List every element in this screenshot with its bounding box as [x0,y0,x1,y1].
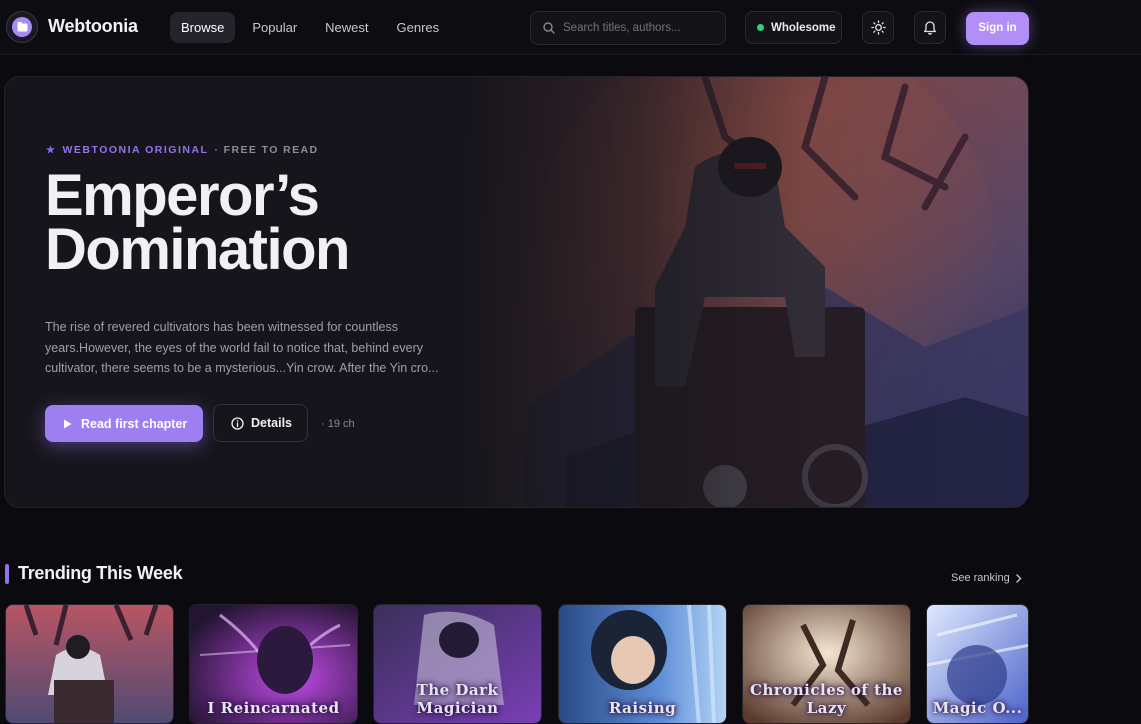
trending-cover-4[interactable]: Raising [558,604,727,724]
hero-title: Emperor’s Domination [45,167,645,279]
read-first-chapter-button[interactable]: Read first chapter [45,405,203,442]
search-box[interactable] [530,11,726,45]
nav-popular[interactable]: Popular [241,12,308,43]
play-icon [64,419,72,428]
nav-newest[interactable]: Newest [314,12,379,43]
info-icon [231,416,244,430]
see-ranking-label: See ranking [951,572,1010,584]
section-accent-bar [5,564,9,584]
details-button[interactable]: Details [213,404,308,442]
trending-section-title: Trending This Week [18,563,183,583]
featured-hero-banner[interactable]: ★ WEBTOONIA ORIGINAL · FREE TO READ Empe… [4,76,1029,508]
brand-name[interactable]: Webtoonia [48,16,138,37]
sun-icon [870,20,886,35]
nav-genres[interactable]: Genres [386,12,451,43]
notifications-button[interactable] [914,11,946,44]
logo-icon[interactable] [6,11,38,43]
content-filter-label: Wholesome [771,21,836,34]
cover-caption: Chronicles of the Lazy [750,681,903,717]
trending-cover-1[interactable] [5,604,174,724]
trending-cover-6[interactable]: Magic O... [926,604,1029,724]
original-badge: WEBTOONIA ORIGINAL [62,144,209,156]
trending-cover-3[interactable]: The Dark Magician [373,604,542,724]
content-filter-toggle[interactable]: Wholesome [745,11,842,44]
chapter-count: · 19 ch [321,418,355,430]
free-to-read-label: · FREE TO READ [214,144,319,156]
cover-caption: Raising [608,699,677,717]
main-nav: Browse Popular Newest Genres [170,12,450,43]
top-navigation-bar: Webtoonia Browse Popular Newest Genres W… [0,0,1141,55]
theme-toggle-button[interactable] [862,11,894,44]
hero-description: The rise of revered cultivators has been… [45,320,439,375]
cover-art [6,605,173,723]
chevron-right-icon [1016,573,1022,583]
search-icon [543,22,555,34]
cover-caption: The Dark Magician [416,681,499,717]
search-input[interactable] [563,12,719,44]
hero-eyebrow: ★ WEBTOONIA ORIGINAL · FREE TO READ [46,144,318,156]
hero-cover-art [5,77,1028,507]
details-button-label: Details [251,416,292,430]
star-icon: ★ [46,144,57,156]
bell-icon [924,21,936,35]
hero-title-line-2: Domination [45,217,350,282]
trending-cover-5[interactable]: Chronicles of the Lazy [742,604,911,724]
cover-caption: Magic O... [932,699,1023,717]
read-button-label: Read first chapter [81,416,188,431]
sign-in-button[interactable]: Sign in [966,12,1029,45]
cover-caption: I Reincarnated [207,699,340,717]
status-dot [757,24,764,31]
nav-browse[interactable]: Browse [170,12,236,43]
trending-cover-2[interactable]: I Reincarnated [189,604,358,724]
see-ranking-link[interactable]: See ranking [951,572,1022,584]
